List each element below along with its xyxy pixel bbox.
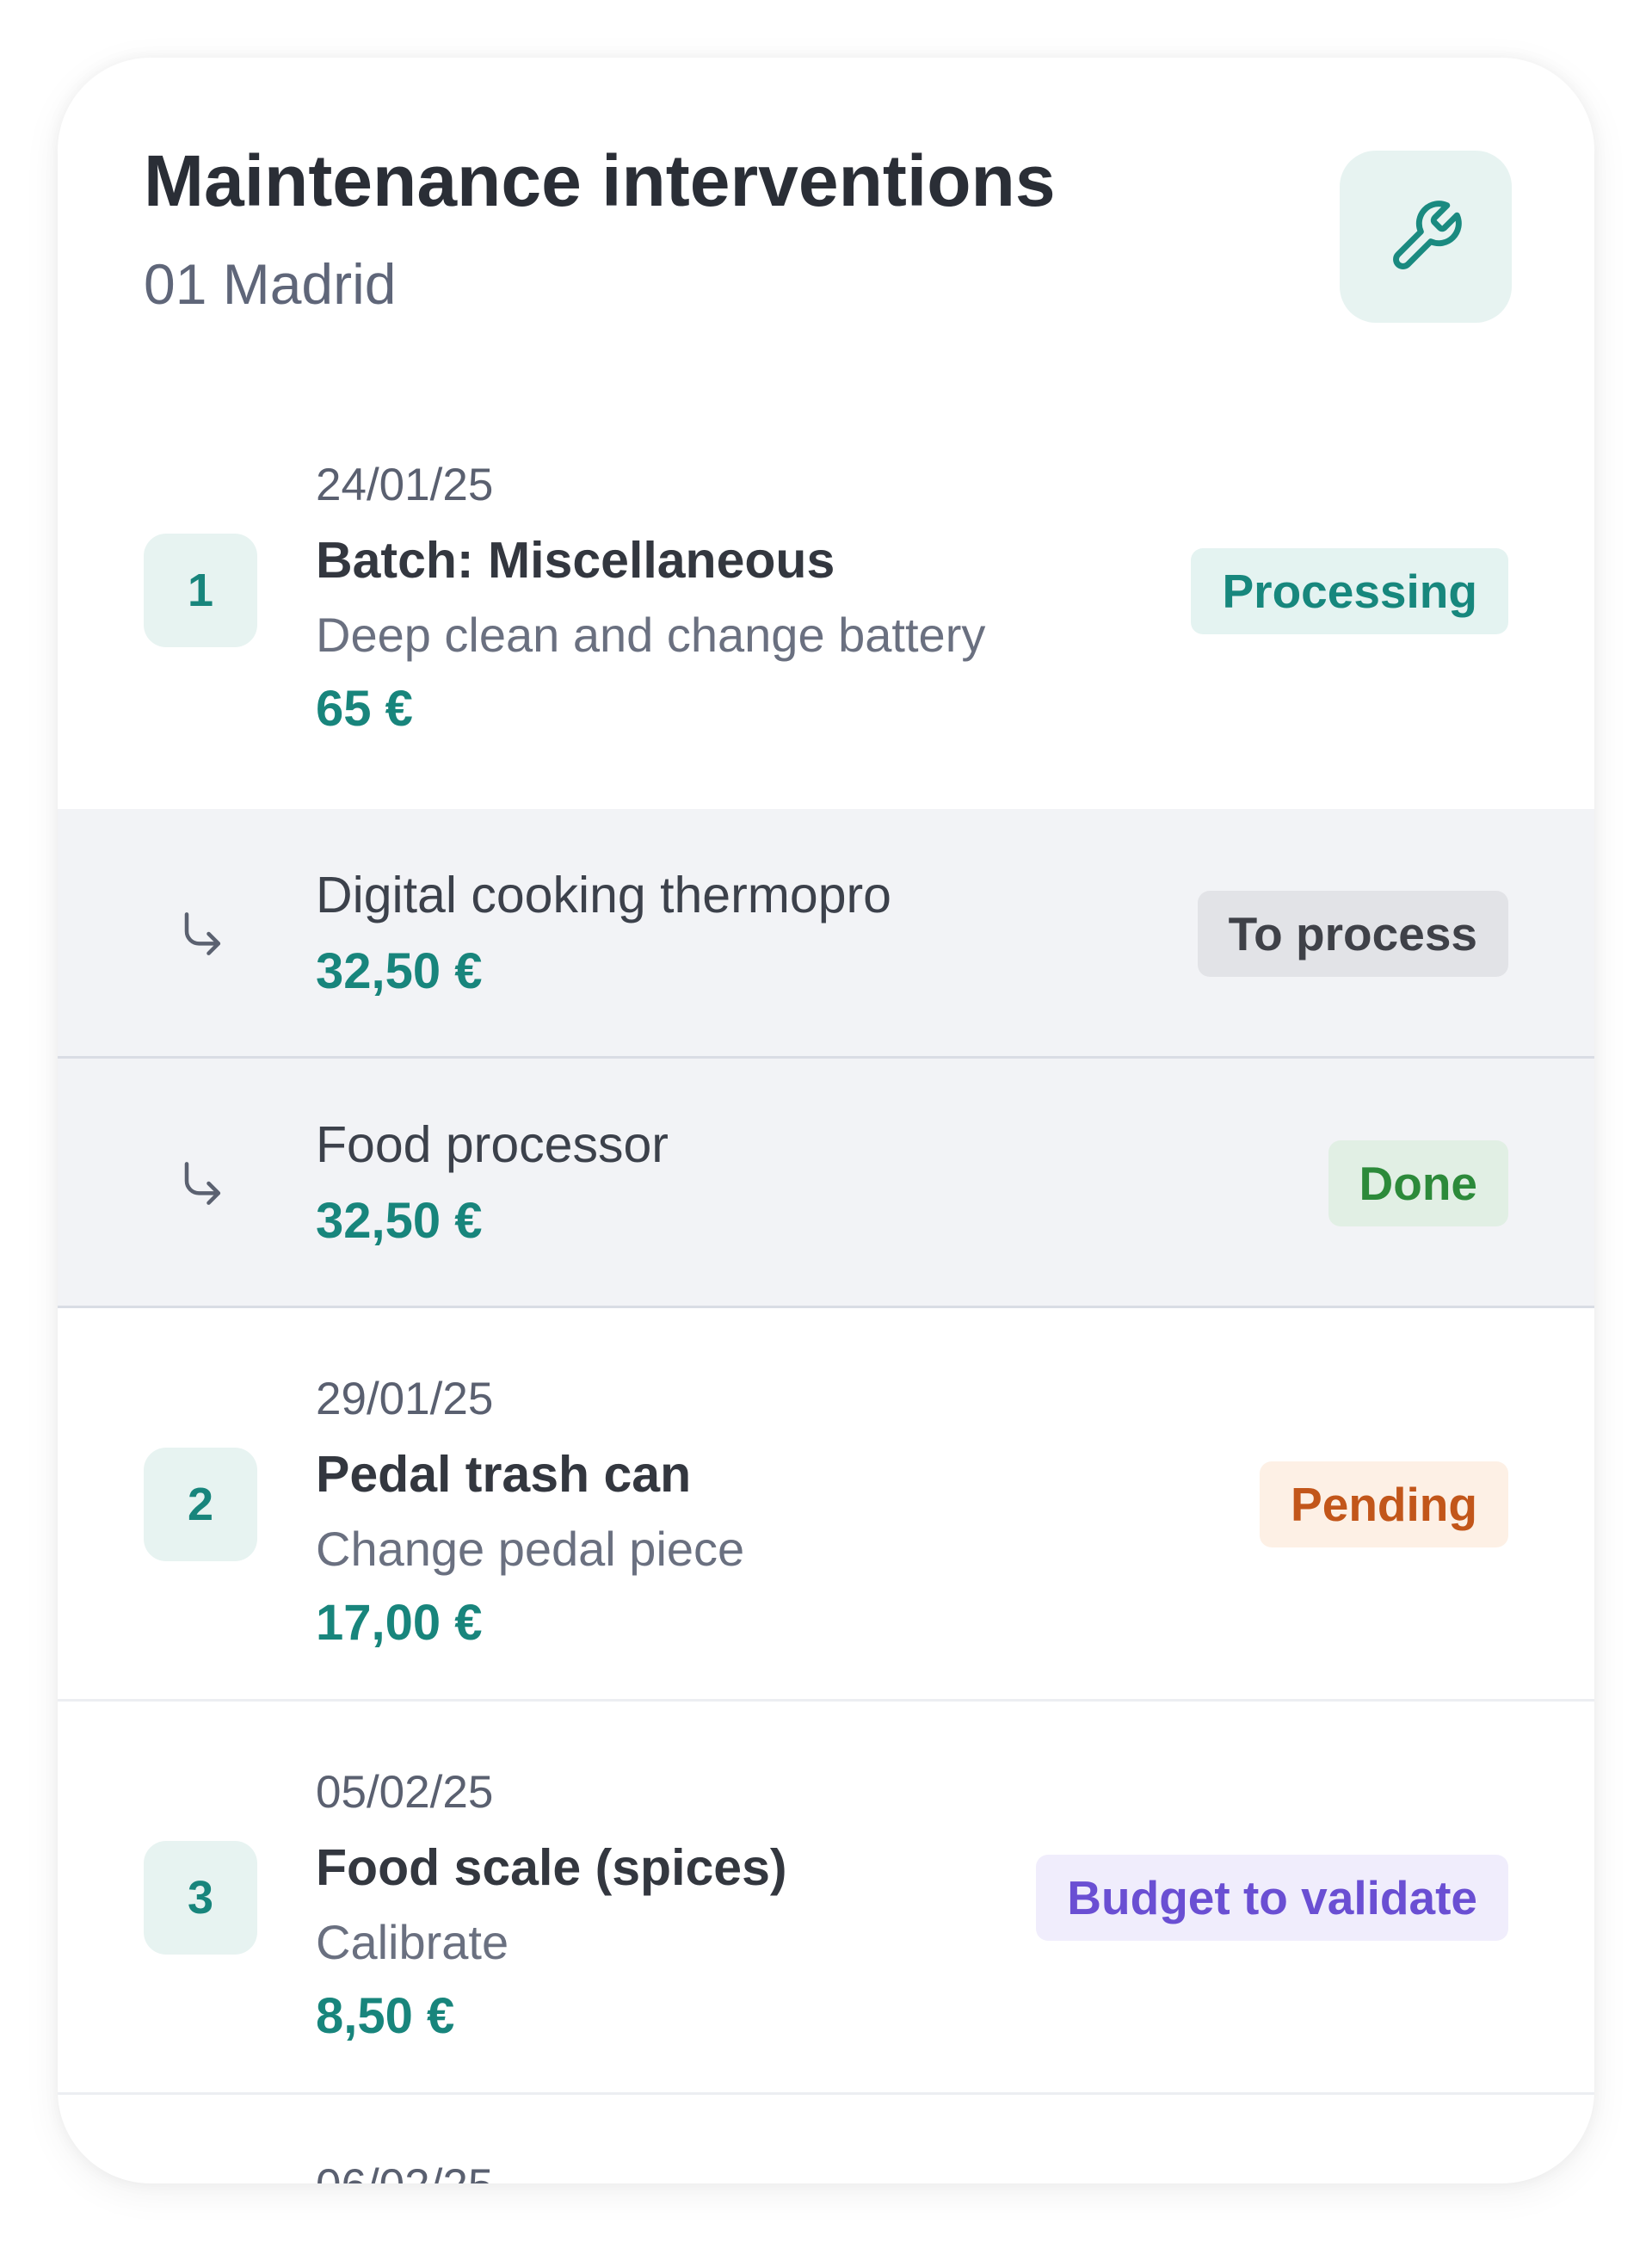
intervention-row[interactable]: 06/02/25	[58, 2095, 1594, 2183]
row-index-badge: 2	[144, 1448, 257, 1561]
sub-intervention-name: Digital cooking thermopro	[316, 867, 891, 923]
subitem-arrow-icon	[184, 1162, 221, 1205]
status-badge: To process	[1197, 891, 1508, 977]
intervention-date: 06/02/25	[316, 2159, 493, 2183]
sub-intervention-price: 32,50 €	[316, 943, 483, 999]
sub-intervention-name: Food processor	[316, 1116, 669, 1173]
wrench-icon	[1393, 201, 1462, 269]
subitem-arrow-icon	[184, 912, 221, 955]
status-badge: Done	[1328, 1140, 1508, 1226]
status-badge: Budget to validate	[1036, 1855, 1508, 1941]
intervention-row[interactable]: 2 29/01/25 Pedal trash can Change pedal …	[58, 1308, 1594, 1702]
intervention-date: 24/01/25	[316, 460, 494, 510]
card-title: Maintenance interventions	[144, 140, 1056, 221]
row-index-badge: 3	[144, 1841, 257, 1955]
location-subtitle: 01 Madrid	[144, 252, 397, 316]
intervention-name: Food scale (spices)	[316, 1839, 787, 1896]
intervention-price: 65 €	[316, 681, 413, 737]
intervention-row[interactable]: 1 24/01/25 Batch: Miscellaneous Deep cle…	[58, 376, 1594, 809]
status-badge: Processing	[1191, 548, 1508, 634]
intervention-description: Change pedal piece	[316, 1522, 745, 1576]
intervention-description: Calibrate	[316, 1915, 509, 1969]
interventions-card: Maintenance interventions 01 Madrid 1 24…	[58, 58, 1594, 2183]
intervention-name: Batch: Miscellaneous	[316, 532, 835, 589]
intervention-date: 29/01/25	[316, 1374, 494, 1424]
intervention-date: 05/02/25	[316, 1767, 494, 1818]
maintenance-button[interactable]	[1340, 151, 1512, 323]
intervention-description: Deep clean and change battery	[316, 608, 986, 662]
sub-intervention-row[interactable]: Digital cooking thermopro 32,50 € To pro…	[58, 809, 1594, 1059]
intervention-price: 8,50 €	[316, 1988, 455, 2044]
card-header: Maintenance interventions 01 Madrid	[58, 58, 1594, 376]
row-index-badge: 1	[144, 534, 257, 647]
sub-intervention-price: 32,50 €	[316, 1193, 483, 1249]
status-badge: Pending	[1260, 1461, 1508, 1547]
intervention-row[interactable]: 3 05/02/25 Food scale (spices) Calibrate…	[58, 1702, 1594, 2095]
intervention-price: 17,00 €	[316, 1595, 483, 1651]
intervention-name: Pedal trash can	[316, 1446, 692, 1503]
sub-intervention-row[interactable]: Food processor 32,50 € Done	[58, 1059, 1594, 1308]
